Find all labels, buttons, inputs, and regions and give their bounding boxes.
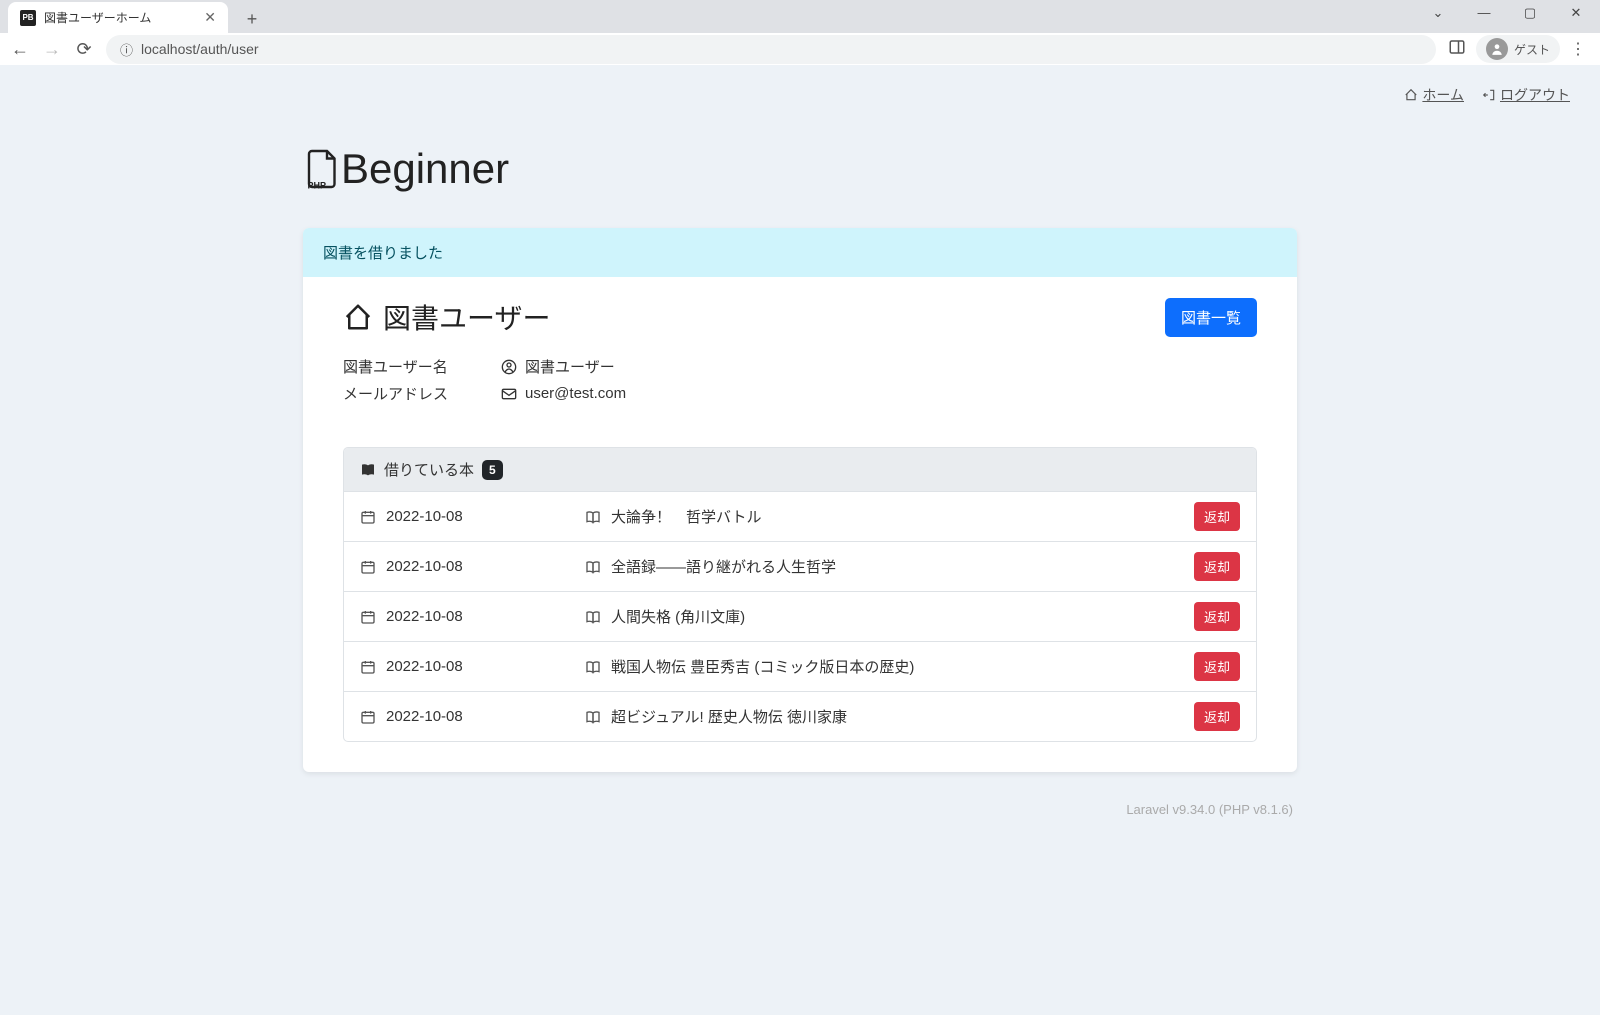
open-book-icon (585, 709, 601, 725)
book-title: 大論争！ 哲学バトル (611, 506, 761, 527)
avatar-icon (1486, 38, 1508, 60)
maximize-button[interactable]: ▢ (1516, 5, 1544, 21)
calendar-icon (360, 559, 376, 575)
book-title: 超ビジュアル! 歴史人物伝 徳川家康 (611, 706, 847, 727)
book-title: 戦国人物伝 豊臣秀吉 (コミック版日本の歴史) (611, 656, 914, 677)
minimize-button[interactable]: — (1470, 5, 1498, 21)
browser-menu-icon[interactable]: ⋮ (1570, 39, 1586, 59)
borrow-date: 2022-10-08 (386, 608, 463, 625)
profile-button[interactable]: ゲスト (1476, 35, 1560, 63)
browser-tab[interactable]: PB 図書ユーザーホーム ✕ (8, 2, 228, 33)
tab-dropdown-icon[interactable]: ⌄ (1424, 5, 1452, 21)
framework-version: Laravel v9.34.0 (PHP v8.1.6) (303, 802, 1297, 817)
borrow-date: 2022-10-08 (386, 558, 463, 575)
return-button[interactable]: 返却 (1194, 602, 1240, 631)
php-file-icon: PHP (303, 148, 339, 190)
username-label: 図書ユーザー名 (343, 356, 501, 377)
book-title: 全語録――語り継がれる人生哲学 (611, 556, 836, 577)
info-icon: ⓘ (120, 40, 133, 59)
open-book-icon (585, 659, 601, 675)
open-book-icon (585, 559, 601, 575)
tab-title: 図書ユーザーホーム (44, 9, 196, 26)
brand-name: Beginner (341, 145, 509, 193)
page-title: 図書ユーザー (343, 297, 550, 337)
side-panel-icon[interactable] (1448, 38, 1466, 61)
borrowed-books-list: 借りている本 5 2022-10-08大論争！ 哲学バトル返却2022-10-0… (343, 447, 1257, 742)
list-item: 2022-10-08 戦国人物伝 豊臣秀吉 (コミック版日本の歴史) 返却 (344, 642, 1256, 692)
forward-button[interactable]: → (42, 39, 62, 60)
new-tab-button[interactable]: + (238, 5, 266, 33)
username-value: 図書ユーザー (525, 356, 615, 377)
book-title: 人間失格 (角川文庫) (611, 606, 745, 627)
alert-banner: 図書を借りました (303, 228, 1297, 277)
nav-logout-link[interactable]: ログアウト (1482, 85, 1570, 105)
return-button[interactable]: 返却 (1194, 702, 1240, 731)
calendar-icon (360, 709, 376, 725)
return-button[interactable]: 返却 (1194, 552, 1240, 581)
count-badge: 5 (482, 460, 503, 480)
open-book-icon (585, 509, 601, 525)
brand-logo: PHP Beginner (303, 145, 1297, 193)
tab-close-icon[interactable]: ✕ (204, 9, 216, 26)
home-outline-icon (343, 302, 373, 332)
logout-icon (1482, 88, 1496, 102)
nav-home-link[interactable]: ホーム (1404, 85, 1464, 105)
user-circle-icon (501, 359, 517, 375)
reload-button[interactable]: ⟳ (74, 39, 94, 60)
back-button[interactable]: ← (10, 39, 30, 60)
tab-favicon: PB (20, 10, 36, 26)
list-header: 借りている本 5 (344, 448, 1256, 492)
return-button[interactable]: 返却 (1194, 652, 1240, 681)
url-text: localhost/auth/user (141, 41, 259, 57)
profile-label: ゲスト (1514, 41, 1550, 58)
list-item: 2022-10-08 全語録――語り継がれる人生哲学 返却 (344, 542, 1256, 592)
calendar-icon (360, 509, 376, 525)
email-value: user@test.com (525, 385, 626, 402)
open-book-icon (585, 609, 601, 625)
home-icon (1404, 88, 1418, 102)
borrow-date: 2022-10-08 (386, 658, 463, 675)
address-bar[interactable]: ⓘ localhost/auth/user (106, 35, 1436, 64)
book-list-button[interactable]: 図書一覧 (1165, 298, 1257, 337)
calendar-icon (360, 609, 376, 625)
book-solid-icon (360, 462, 376, 478)
borrow-date: 2022-10-08 (386, 508, 463, 525)
calendar-icon (360, 659, 376, 675)
email-label: メールアドレス (343, 383, 501, 404)
return-button[interactable]: 返却 (1194, 502, 1240, 531)
close-window-button[interactable]: ✕ (1562, 5, 1590, 21)
list-item: 2022-10-08 人間失格 (角川文庫) 返却 (344, 592, 1256, 642)
list-item: 2022-10-08 超ビジュアル! 歴史人物伝 徳川家康 返却 (344, 692, 1256, 741)
borrow-date: 2022-10-08 (386, 708, 463, 725)
list-item: 2022-10-08 大論争！ 哲学バトル 返却 (344, 492, 1256, 542)
svg-text:PHP: PHP (308, 181, 327, 191)
envelope-icon (501, 386, 517, 402)
